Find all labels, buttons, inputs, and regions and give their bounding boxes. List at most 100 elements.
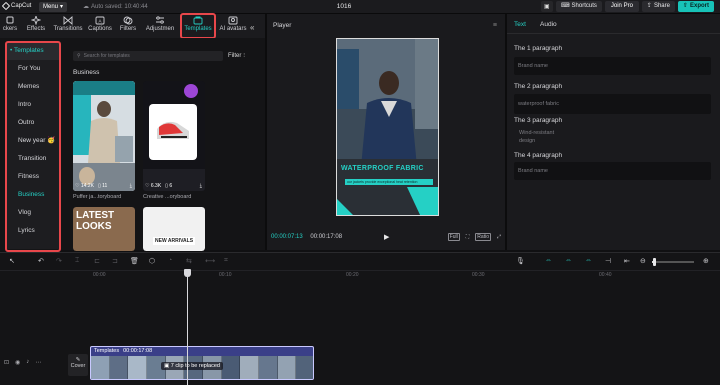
autosave-text: Auto saved: 10:40:44 — [91, 3, 148, 10]
export-button[interactable]: ⇧ Export — [677, 1, 714, 12]
paragraph-input[interactable]: Brand name — [514, 162, 711, 180]
tab-stickers[interactable]: ckers — [0, 16, 20, 36]
template-card[interactable]: ♡ 6.3K ▯ 6 ⤓ Creative ...oryboard — [143, 81, 205, 200]
select-tool-icon[interactable]: ↖ — [9, 257, 15, 265]
tab-filters[interactable]: Filters — [116, 16, 140, 36]
chevron-down-icon: ▾ — [60, 4, 64, 10]
fullscreen-icon[interactable]: ⤢ — [497, 234, 501, 240]
tab-ai-avatars[interactable]: AI avatars — [217, 16, 249, 36]
delete-icon[interactable]: 🗑 — [130, 257, 139, 265]
video-headline: WATERPROOF FABRIC — [341, 165, 424, 172]
full-button[interactable]: Full — [447, 233, 460, 241]
reverse-icon[interactable]: ⇆ — [186, 257, 192, 265]
video-frame — [337, 39, 438, 215]
svg-text:A: A — [98, 19, 101, 24]
player-panel: Player ≡ WATERPROOF FABRIC our jackets p… — [265, 14, 507, 250]
tick-label: 00:10 — [219, 272, 232, 278]
mirror-icon[interactable]: ⟷ — [205, 257, 215, 265]
undo-icon[interactable]: ↶ — [38, 257, 44, 265]
replace-clip-notice: ▣ 7 clip to be replaced — [161, 362, 223, 370]
preview-axis-icon[interactable]: ⊣ — [605, 257, 611, 265]
collapse-tabs-icon[interactable]: « — [250, 23, 254, 32]
clip-duration: 00:00:17:08 — [123, 348, 153, 354]
adjustment-icon — [156, 16, 164, 24]
cover-button[interactable]: ✎ Cover — [68, 354, 88, 376]
cloud-check-icon: ☁ — [83, 4, 89, 10]
share-button[interactable]: ⇪ Share — [641, 1, 675, 12]
visibility-icon[interactable]: ◉ — [15, 359, 20, 366]
playhead[interactable] — [187, 269, 188, 385]
category-list-highlight — [5, 41, 61, 252]
crop-tool-icon[interactable]: ⌗ — [224, 257, 228, 265]
link-clips-icon[interactable]: ⇔ — [545, 257, 552, 264]
section-title: Business — [73, 69, 100, 76]
filter-label: Filter — [228, 53, 242, 59]
join-pro-button[interactable]: Join Pro — [604, 1, 639, 12]
freeze-icon[interactable]: ◔ — [168, 257, 172, 264]
ratio-button[interactable]: Ratio — [475, 233, 491, 241]
zoom-fit-icon[interactable]: ⇤ — [624, 257, 630, 265]
filter-button[interactable]: Filter ⫶ — [228, 51, 245, 61]
tick-label: 00:30 — [472, 272, 485, 278]
play-icon[interactable]: ▶ — [384, 233, 389, 241]
paragraph-label: The 2 paragraph — [514, 83, 563, 90]
magnet-icon[interactable]: ⇔ — [565, 257, 572, 264]
crop-icon[interactable]: ⛶ — [466, 234, 470, 240]
zoom-out-icon[interactable]: ⊖ — [640, 257, 646, 265]
likes-count: ♡ 6.3K — [145, 183, 162, 189]
split-left-icon[interactable]: ⊏ — [94, 257, 100, 265]
template-card[interactable]: ♡ 14.2K ▯ 11 ⤓ Puffer ja...toryboard — [73, 81, 135, 200]
linkage-icon[interactable]: ⇔ — [585, 257, 592, 264]
paragraph-input[interactable]: waterproof fabric — [514, 94, 711, 114]
template-card[interactable]: LATEST LOOKS — [73, 207, 135, 251]
template-card[interactable]: NEW ARRIVALS — [143, 207, 205, 251]
tab-adjustment[interactable]: Adjustmen — [142, 16, 178, 36]
player-menu-icon[interactable]: ≡ — [493, 22, 497, 29]
download-icon[interactable]: ⤓ — [130, 183, 132, 189]
captions-icon: A — [95, 16, 105, 25]
tab-label: Adjustmen — [145, 26, 175, 32]
tab-captions[interactable]: A Captions — [86, 16, 114, 36]
tab-transitions[interactable]: Transitions — [51, 16, 85, 36]
marker-icon[interactable]: ⬡ — [149, 257, 155, 265]
replace-icon: ▣ — [164, 363, 170, 369]
more-icon[interactable]: ⋯ — [35, 359, 41, 366]
template-clip[interactable]: Templates 00:00:17:08 ▣ 7 clip to be rep… — [90, 346, 314, 380]
tab-effects[interactable]: Effects — [22, 16, 50, 36]
paragraph-input[interactable]: Brand name — [514, 57, 711, 75]
timeline-toolbar: ↖ ↶ ↷ ⌶ ⊏ ⊐ 🗑 ⬡ ◔ ⇆ ⟷ ⌗ 🎙 ⇔ ⇔ ⇔ ⊣ ⇤ ⊖ ⊕ — [0, 253, 720, 271]
template-search-input[interactable]: ⚲ Search for templates — [73, 51, 223, 61]
export-label: Export — [689, 3, 709, 9]
tab-label: ckers — [2, 26, 18, 32]
microphone-icon[interactable]: 🎙 — [516, 257, 525, 265]
share-icon: ⇪ — [646, 3, 652, 9]
topbar-actions: ▣ ⌨ Shortcuts Join Pro ⇪ Share ⇧ Export — [540, 1, 714, 12]
tick-label: 00:20 — [346, 272, 359, 278]
player-title: Player — [273, 22, 292, 29]
lock-icon[interactable]: ⊡ — [4, 359, 9, 366]
top-bar: CapCut Menu ▾ ☁ Auto saved: 10:40:44 101… — [0, 0, 720, 14]
split-right-icon[interactable]: ⊐ — [112, 257, 118, 265]
zoom-in-icon[interactable]: ⊕ — [703, 257, 709, 265]
paragraph-input[interactable]: Wind-resistant design — [514, 126, 574, 149]
split-icon[interactable]: ⌶ — [75, 257, 79, 265]
project-title[interactable]: 1016 — [330, 3, 358, 10]
tab-text[interactable]: Text — [514, 21, 526, 28]
audio-icon[interactable]: ♪ — [26, 359, 29, 366]
zoom-slider-handle[interactable] — [653, 258, 656, 266]
tool-tabs: ckers Effects Transitions A Captions Fil… — [0, 13, 265, 39]
clip-count: ▯ 6 — [165, 183, 173, 189]
paragraph-label: The 3 paragraph — [514, 117, 563, 124]
download-icon[interactable]: ⤓ — [200, 183, 202, 189]
zoom-slider[interactable] — [652, 258, 694, 266]
redo-icon[interactable]: ↷ — [56, 257, 62, 265]
sticker-icon — [6, 16, 14, 24]
video-preview[interactable]: WATERPROOF FABRIC our jackets provide ex… — [336, 38, 439, 216]
text-panel: Text Audio The 1 paragraph Brand name Th… — [507, 14, 720, 250]
menu-button[interactable]: Menu ▾ — [39, 2, 68, 12]
tab-audio[interactable]: Audio — [540, 21, 557, 28]
shortcuts-button[interactable]: ⌨ Shortcuts — [555, 1, 602, 12]
time-ruler[interactable]: 00:00 00:10 00:20 00:30 00:40 — [88, 272, 720, 282]
layout-button[interactable]: ▣ — [540, 1, 553, 12]
tab-label: Filters — [119, 26, 137, 32]
